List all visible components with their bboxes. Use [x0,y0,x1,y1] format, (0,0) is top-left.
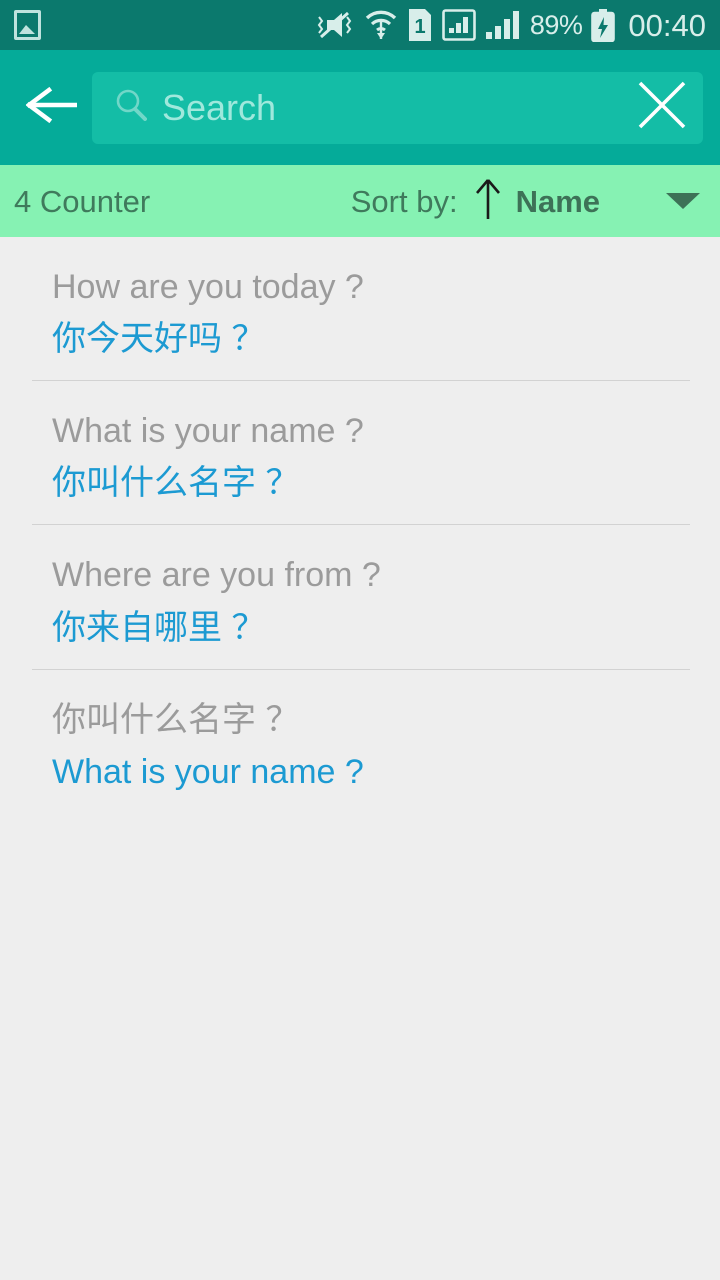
list-item-secondary-text: 你叫什么名字 ？ [52,464,300,503]
list-item[interactable]: 你叫什么名字 ？ What is your name ? [0,670,720,814]
chevron-down-icon[interactable] [666,193,700,209]
phrase-list: How are you today ? 你今天好吗 ？ What is your… [0,237,720,814]
sort-by-label: Sort by: [350,183,458,219]
gallery-icon [14,10,41,40]
back-arrow-icon [25,85,81,130]
status-bar-clock: 00:40 [628,7,706,43]
back-button[interactable] [24,79,82,137]
sort-value-label[interactable]: Name [516,186,600,217]
sort-direction-button[interactable] [474,177,502,226]
search-field[interactable] [92,71,703,144]
counter-label: 4 Counter [14,183,151,219]
list-item-primary-text: Where are you from ? [52,556,381,595]
search-icon [114,88,148,127]
status-bar-left [14,10,41,40]
list-item-secondary-text: What is your name ? [52,752,364,791]
status-bar-right: 1 89% 00:40 [315,7,706,43]
signal-icon [485,9,521,41]
sort-control[interactable]: Sort by: Name [351,177,700,226]
action-bar [0,50,720,165]
close-icon [634,77,690,138]
clear-search-button[interactable] [627,73,697,143]
list-item[interactable]: What is your name ? 你叫什么名字 ？ [0,381,720,526]
list-item[interactable]: How are you today ? 你今天好吗 ？ [0,237,720,382]
search-input[interactable] [162,86,627,129]
sim1-icon: 1 [407,9,433,41]
list-item[interactable]: Where are you from ? 你来自哪里 ？ [0,525,720,670]
list-item-primary-text: How are you today ? [52,268,364,306]
list-item-secondary-text: 你来自哪里 ？ [52,608,266,647]
battery-charging-icon [591,8,616,42]
svg-text:1: 1 [414,16,425,38]
vibrate-mute-icon [315,10,355,40]
list-item-primary-text: What is your name ? [52,412,364,451]
battery-percent-label: 89% [529,9,583,40]
list-item-secondary-text: 你今天好吗 ？ [52,320,266,359]
arrow-up-icon [474,177,502,226]
sort-bar: 4 Counter Sort by: Name [0,165,720,237]
list-item-primary-text: 你叫什么名字 ？ [52,700,300,739]
wifi-icon [364,9,398,41]
status-bar: 1 89% 00:40 [0,0,720,50]
signal-boxed-icon [442,9,476,41]
